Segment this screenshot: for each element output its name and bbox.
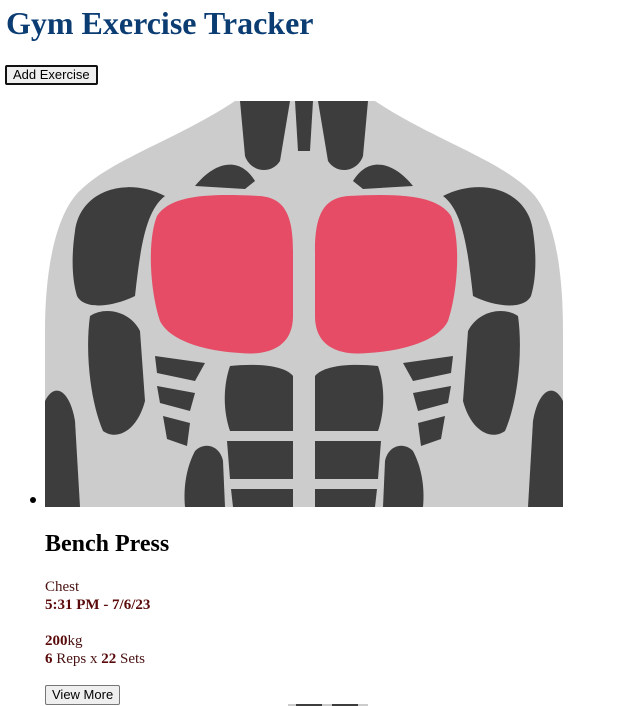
exercise-weight: 200kg — [45, 632, 83, 650]
abs-upper-right — [315, 364, 384, 431]
page-title: Gym Exercise Tracker — [6, 5, 314, 41]
exercise-name: Bench Press — [45, 531, 170, 557]
body-silhouette — [45, 101, 563, 507]
weight-value: 200 — [45, 633, 68, 649]
sets-label: Sets — [116, 651, 146, 667]
list-bullet — [30, 497, 36, 503]
pec-right — [315, 195, 458, 354]
view-more-button[interactable]: View More — [45, 685, 121, 705]
add-exercise-button[interactable]: Add Exercise — [5, 65, 98, 85]
pec-left — [150, 195, 293, 354]
reps-label: Reps x — [52, 651, 102, 667]
reps-value: 6 — [45, 651, 53, 667]
exercise-muscle-group: Chest — [45, 579, 80, 595]
neck-center — [295, 101, 313, 151]
datetime-text: 5:31 PM - 7/6/23 — [45, 597, 151, 613]
exercise-reps-sets: 6 Reps x 22 Sets — [45, 650, 145, 668]
abs-low-left — [231, 489, 293, 507]
exercise-datetime: 5:31 PM - 7/6/23 — [45, 596, 150, 614]
abs-upper-left — [224, 364, 293, 431]
chest-muscle-diagram — [45, 101, 563, 507]
abs-low-right — [315, 489, 377, 507]
weight-unit: kg — [67, 633, 83, 649]
abs-mid-right — [315, 441, 381, 479]
sets-value: 22 — [101, 651, 117, 667]
abs-mid-left — [227, 441, 293, 479]
